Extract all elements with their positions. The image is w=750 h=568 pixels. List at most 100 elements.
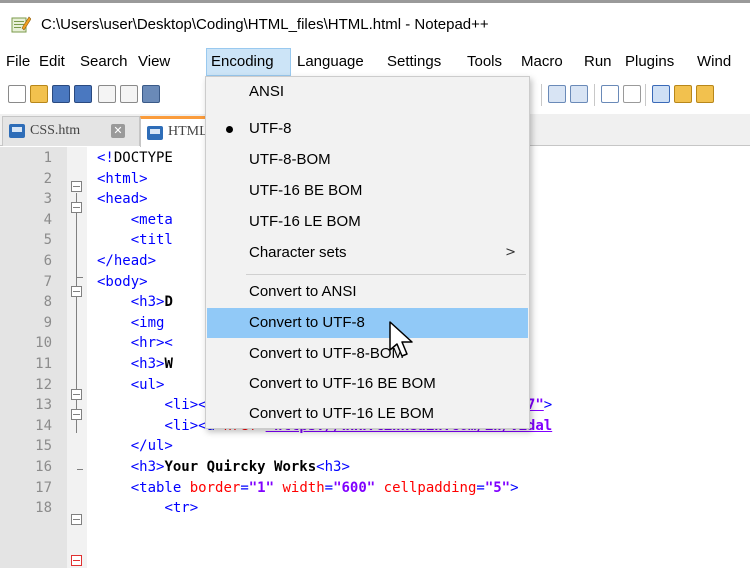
show-all-characters-icon[interactable] bbox=[623, 85, 641, 103]
save-icon[interactable] bbox=[52, 85, 70, 103]
menu-item-label: UTF-16 LE BOM bbox=[249, 213, 361, 230]
fold-toggle[interactable] bbox=[71, 514, 82, 525]
menu-settings[interactable]: Settings bbox=[383, 48, 445, 76]
menu-item-utf16-le-bom[interactable]: UTF-16 LE BOM bbox=[207, 207, 528, 237]
menu-language[interactable]: Language bbox=[293, 48, 368, 76]
menu-macro[interactable]: Macro bbox=[517, 48, 567, 76]
menu-tools[interactable]: Tools bbox=[463, 48, 506, 76]
document-map-icon[interactable] bbox=[674, 85, 692, 103]
menu-item-convert-to-utf8-bom[interactable]: Convert to UTF-8-BOM bbox=[207, 339, 528, 369]
code-token: width bbox=[282, 479, 325, 496]
menu-view[interactable]: View bbox=[134, 48, 174, 76]
code-line[interactable]: <hr>< bbox=[97, 335, 173, 351]
submenu-arrow-icon: > bbox=[505, 245, 516, 260]
code-line[interactable]: <img bbox=[97, 315, 165, 331]
menu-item-convert-to-utf16-le-bom[interactable]: Convert to UTF-16 LE BOM bbox=[207, 399, 528, 429]
line-number: 1 bbox=[43, 150, 52, 166]
menu-item-convert-to-utf16-be-bom[interactable]: Convert to UTF-16 BE BOM bbox=[207, 369, 528, 399]
menu-run[interactable]: Run bbox=[580, 48, 616, 76]
menu-search[interactable]: Search bbox=[76, 48, 132, 76]
code-line[interactable]: </head> bbox=[97, 253, 156, 269]
line-number: 11 bbox=[35, 356, 52, 372]
fold-toggle[interactable] bbox=[71, 389, 82, 400]
menu-item-convert-to-utf8[interactable]: Convert to UTF-8 bbox=[207, 308, 528, 338]
code-token: <! bbox=[97, 150, 114, 166]
code-line[interactable]: <h3>Your Quircky Works<h3> bbox=[97, 459, 350, 475]
menu-item-utf8-bom[interactable]: UTF-8-BOM bbox=[207, 145, 528, 175]
menu-file[interactable]: File bbox=[2, 48, 34, 76]
line-number: 2 bbox=[43, 170, 52, 187]
code-line[interactable]: <tr> bbox=[97, 500, 198, 516]
menu-edit[interactable]: Edit bbox=[35, 48, 69, 76]
sync-vertical-icon[interactable] bbox=[548, 85, 566, 103]
code-token: <ul> bbox=[130, 376, 165, 393]
indent-guide-icon[interactable] bbox=[652, 85, 670, 103]
code-token: W bbox=[164, 356, 173, 372]
code-token: </head> bbox=[97, 253, 157, 269]
toolbar-separator bbox=[541, 84, 542, 106]
fold-toggle[interactable] bbox=[71, 181, 82, 192]
fold-toggle[interactable] bbox=[71, 286, 82, 297]
close-icon[interactable]: ✕ bbox=[111, 124, 125, 138]
code-token: "5" bbox=[484, 479, 511, 496]
menu-item-label: Character sets bbox=[249, 244, 347, 261]
code-line[interactable]: <head> bbox=[97, 191, 148, 207]
tab-css-file[interactable]: CSS.htm ✕ bbox=[2, 116, 140, 146]
code-line[interactable]: <titl bbox=[97, 232, 173, 248]
function-list-icon[interactable] bbox=[696, 85, 714, 103]
close-all-icon[interactable] bbox=[120, 85, 138, 103]
tab-label: HTML bbox=[168, 124, 208, 139]
code-line[interactable]: <!DOCTYPE bbox=[97, 150, 173, 166]
code-token: <hr>< bbox=[130, 335, 173, 352]
sync-horizontal-icon[interactable] bbox=[570, 85, 588, 103]
menu-item-label: Convert to UTF-8 bbox=[249, 314, 365, 331]
code-line[interactable]: <meta bbox=[97, 212, 173, 228]
save-all-icon[interactable] bbox=[74, 85, 92, 103]
code-token: </ul> bbox=[130, 438, 173, 455]
menu-item-label: Convert to UTF-8-BOM bbox=[249, 345, 405, 362]
title-bar: C:\Users\user\Desktop\Coding\HTML_files\… bbox=[0, 3, 750, 45]
menu-window[interactable]: Wind bbox=[693, 48, 735, 76]
menu-item-utf8[interactable]: UTF-8 bbox=[207, 114, 528, 144]
fold-toggle[interactable] bbox=[71, 409, 82, 420]
line-number: 9 bbox=[43, 314, 52, 331]
word-wrap-icon[interactable] bbox=[601, 85, 619, 103]
code-token: "600" bbox=[333, 479, 376, 496]
code-line[interactable]: <table border="1" width="600" cellpaddin… bbox=[97, 480, 519, 496]
code-token: <h3> bbox=[130, 459, 165, 475]
code-line[interactable]: <html> bbox=[97, 171, 148, 187]
tab-label: CSS.htm bbox=[30, 123, 81, 138]
menu-item-character-sets[interactable]: Character sets > bbox=[207, 238, 528, 268]
menu-bar: File Edit Search View Encoding Language … bbox=[0, 48, 750, 76]
menu-item-utf16-be-bom[interactable]: UTF-16 BE BOM bbox=[207, 176, 528, 206]
fold-toggle[interactable] bbox=[71, 555, 82, 566]
code-token: <titl bbox=[130, 232, 173, 249]
menu-encoding[interactable]: Encoding bbox=[206, 48, 291, 76]
menu-item-ansi[interactable]: ANSI bbox=[207, 77, 528, 107]
line-number: 10 bbox=[35, 335, 52, 352]
code-line[interactable]: <body> bbox=[97, 274, 148, 290]
print-icon[interactable] bbox=[142, 85, 160, 103]
tab-html-file[interactable]: HTML bbox=[140, 116, 210, 147]
new-file-icon[interactable] bbox=[8, 85, 26, 103]
menu-plugins[interactable]: Plugins bbox=[621, 48, 678, 76]
code-token: <h3> bbox=[316, 459, 350, 475]
open-folder-icon[interactable] bbox=[30, 85, 48, 103]
code-line[interactable]: <ul> bbox=[97, 376, 165, 393]
code-line[interactable]: </ul> bbox=[97, 438, 173, 454]
line-number: 3 bbox=[43, 191, 52, 208]
menu-item-label: UTF-8-BOM bbox=[249, 151, 331, 168]
line-number: 15 bbox=[35, 438, 52, 455]
close-file-icon[interactable] bbox=[98, 85, 116, 103]
fold-margin bbox=[67, 147, 87, 568]
code-token: cellpadding bbox=[383, 479, 477, 496]
menu-item-convert-to-ansi[interactable]: Convert to ANSI bbox=[207, 277, 528, 307]
fold-toggle[interactable] bbox=[71, 202, 82, 213]
